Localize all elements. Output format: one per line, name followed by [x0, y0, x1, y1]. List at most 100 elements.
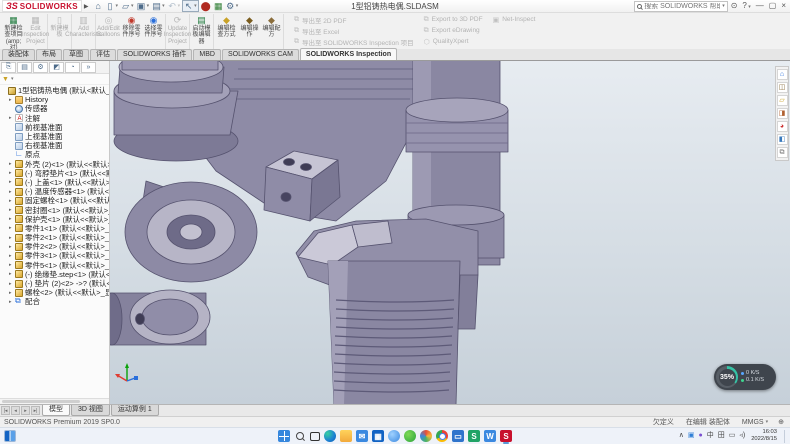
tab-scroll-next[interactable]: ▸: [21, 406, 30, 415]
tab-scroll-prev[interactable]: ◂: [11, 406, 20, 415]
store-icon[interactable]: ▦: [372, 430, 384, 442]
tab-layout[interactable]: 布局: [36, 49, 62, 60]
file-explorer-icon[interactable]: [340, 430, 352, 442]
tab-scroll-first[interactable]: |◂: [1, 406, 10, 415]
search-input[interactable]: [644, 3, 720, 10]
ime-lang-icon[interactable]: 中: [707, 430, 714, 442]
help-button[interactable]: ? ▾: [742, 0, 750, 13]
start-button[interactable]: [278, 430, 290, 442]
tree-item-temp-sensor[interactable]: ▸ (-) 温度传感器<1> (默认<<默认>_: [0, 187, 109, 196]
tree-item-bolt2[interactable]: ▸ 螺栓<2> (默认<<默认>_显示状态: [0, 288, 109, 297]
tree-item-elbow-gasket[interactable]: ▸ (-) 弯脖垫片<1> (默认<<默认>_显: [0, 169, 109, 178]
tree-item-origin[interactable]: ▸ 原点: [0, 150, 109, 159]
configurationmanager-tab[interactable]: ⚙: [33, 62, 48, 73]
minimize-button[interactable]: —: [756, 0, 764, 12]
status-units[interactable]: MMGS ▾: [740, 419, 768, 426]
add-characteristic-button[interactable]: ▥ Add Characteristic: [73, 14, 96, 49]
scrollbar-thumb[interactable]: [2, 400, 80, 403]
panel-tab-overflow[interactable]: »: [81, 62, 96, 73]
export-edrawing-button[interactable]: ⧉ Export eDrawing: [421, 25, 490, 36]
close-button[interactable]: ×: [781, 0, 786, 12]
net-inspect-button[interactable]: ▣ Net-Inspect: [490, 14, 543, 25]
monitor-app-icon[interactable]: ▭: [452, 430, 464, 442]
status-editing[interactable]: 在编辑 装配体: [684, 417, 730, 427]
export-excel-button[interactable]: ⧉ 导出至 Excel: [291, 25, 421, 36]
search-caret-icon[interactable]: ▾: [722, 3, 725, 9]
cloud-app-icon[interactable]: [388, 430, 400, 442]
wps-s-icon[interactable]: S: [468, 430, 480, 442]
undo-icon[interactable]: ↶ ▾: [167, 0, 182, 12]
tree-item-sensors[interactable]: ▸ 传感器: [0, 104, 109, 113]
select-balloons-button[interactable]: ◉ 选择零件序号: [143, 14, 166, 49]
tree-item-part5[interactable]: ▸ 零件5<1> (默认<<默认>_显示状态: [0, 261, 109, 270]
forum-icon[interactable]: ⧉: [777, 147, 788, 158]
tab-mbd[interactable]: MBD: [193, 49, 221, 60]
design-library-icon[interactable]: ◫: [777, 82, 788, 93]
tab-sw-cam[interactable]: SOLIDWORKS CAM: [222, 49, 299, 60]
home-icon[interactable]: ⌂: [93, 0, 104, 12]
appearances-icon[interactable]: ◕: [777, 121, 788, 132]
launch-template-editor-button[interactable]: ▤ 启动模板编辑器: [191, 14, 214, 49]
edge-icon[interactable]: [324, 430, 336, 442]
save-icon[interactable]: ▣ ▾: [136, 0, 151, 12]
tab-sw-addins[interactable]: SOLIDWORKS 插件: [117, 49, 192, 60]
show-desktop-button[interactable]: [784, 430, 786, 443]
tree-item-part3[interactable]: ▸ 零件3<1> (默认<<默认>_显示状态: [0, 251, 109, 260]
tree-item-mates[interactable]: ▸ 配合: [0, 297, 109, 306]
status-underdefined[interactable]: 欠定义: [651, 417, 674, 427]
tab-model[interactable]: 模型: [42, 405, 70, 416]
options-panels-icon[interactable]: ▦: [213, 0, 224, 12]
tree-item-insulation-step[interactable]: ▸ (-) 绝缘垫.step<1> (默认<<默认>: [0, 270, 109, 279]
filter-caret-icon[interactable]: ▾: [11, 76, 14, 82]
view-palette-icon[interactable]: ◨: [777, 108, 788, 119]
displaymanager-tab[interactable]: ◔: [65, 62, 80, 73]
app-360-icon[interactable]: [404, 430, 416, 442]
update-inspection-project-button[interactable]: ⟳ Update Inspection Project: [167, 14, 190, 49]
wps-w-icon[interactable]: W: [484, 430, 496, 442]
edit-recipe-button[interactable]: ◆ 编辑配方: [261, 14, 284, 49]
tray-expand-icon[interactable]: ∧: [679, 430, 684, 442]
taskbar-clock[interactable]: 16:03 2022/8/15: [751, 429, 777, 442]
search-button[interactable]: [294, 430, 306, 442]
export-sw-inspection-button[interactable]: ⧉ 导出至 SOLIDWORKS Inspection 项目: [291, 36, 421, 47]
tree-item-seal-ring[interactable]: ▸ 密封圈<1> (默认<<默认>_显示状: [0, 205, 109, 214]
edit-operations-button[interactable]: ◆ 编辑操作: [238, 14, 261, 49]
browser-ball-icon[interactable]: [420, 430, 432, 442]
menu-expander-icon[interactable]: ▶: [84, 3, 89, 10]
propertymanager-tab[interactable]: ▤: [17, 62, 32, 73]
qualityxpert-button[interactable]: ⬡ QualityXpert: [421, 36, 490, 47]
remove-balloons-button[interactable]: ◉ 移除零件序号: [120, 14, 143, 49]
edit-inspection-project-button[interactable]: ▦ Edit Inspection Project: [25, 14, 48, 49]
tree-item-gasket2[interactable]: ▸ (-) 垫片 (2)<2> ->? (默认<<默认>: [0, 279, 109, 288]
volume-icon[interactable]: ◃): [739, 430, 745, 442]
tree-item-fixing-bolt[interactable]: ▸ 固定螺栓<1> (默认<<默认>_显示状: [0, 196, 109, 205]
tab-evaluate[interactable]: 评估: [90, 49, 116, 60]
settings-icon[interactable]: ⚙ ▾: [225, 0, 240, 12]
file-explorer-icon[interactable]: ▱: [777, 95, 788, 106]
solidworks-app-icon[interactable]: S: [500, 430, 512, 442]
login-button[interactable]: ⊙: [731, 0, 738, 12]
add-edit-balloons-button[interactable]: ◎ Add/Edit Balloons: [97, 14, 120, 49]
help-search-box[interactable]: ▾: [634, 1, 728, 12]
dropdown-caret-icon[interactable]: ▾: [162, 3, 165, 9]
ime-mode-icon[interactable]: 田: [718, 430, 725, 442]
tab-sketch[interactable]: 草图: [63, 49, 89, 60]
ime-ball-icon[interactable]: ●: [698, 430, 702, 442]
mail-icon[interactable]: ✉: [356, 430, 368, 442]
restore-button[interactable]: ▢: [769, 0, 777, 12]
tab-sw-inspection[interactable]: SOLIDWORKS Inspection: [300, 48, 397, 60]
dropdown-caret-icon[interactable]: ▾: [116, 3, 119, 9]
tree-item-top-plane[interactable]: ▸ 上视基准面: [0, 132, 109, 141]
tree-item-part1[interactable]: ▸ 零件1<1> (默认<<默认>_显示状态: [0, 224, 109, 233]
tree-item-assembly-root[interactable]: ▸ 1型铝铸热电偶 (默认<默认_显示状态-1: [0, 86, 109, 95]
featuremanager-tab[interactable]: ⎘: [1, 62, 16, 73]
tree-item-protective-shell[interactable]: ▸ 保护壳<1> (默认<<默认>_显示状: [0, 215, 109, 224]
print-icon[interactable]: ▤ ▾: [151, 0, 166, 12]
export-3d-pdf-button[interactable]: ⧉ Export to 3D PDF: [421, 14, 490, 25]
tab-motion-study[interactable]: 运动算例 1: [111, 405, 159, 416]
model-3d[interactable]: [110, 61, 788, 404]
tree-item-history[interactable]: ▸ History: [0, 95, 109, 104]
dropdown-caret-icon[interactable]: ▾: [236, 3, 239, 9]
dropdown-caret-icon[interactable]: ▾: [194, 3, 197, 9]
tree-item-right-plane[interactable]: ▸ 右视基准面: [0, 141, 109, 150]
